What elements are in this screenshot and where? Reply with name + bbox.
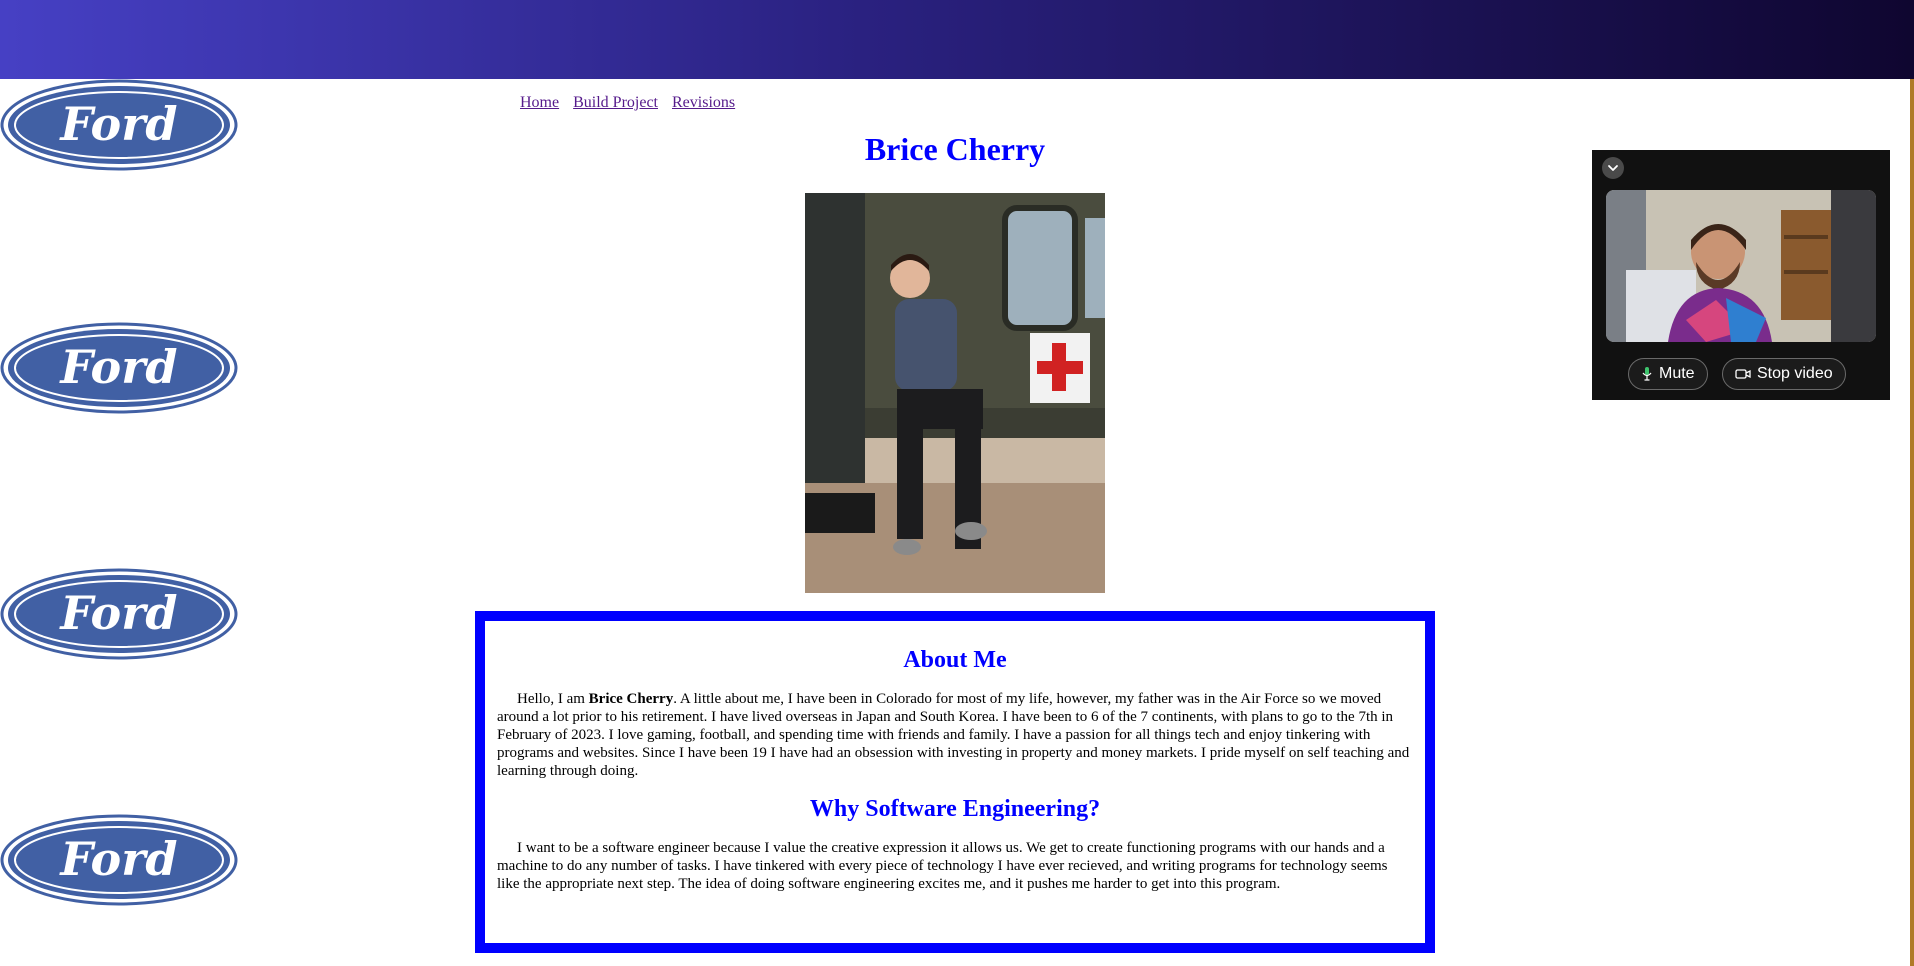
- chevron-down-icon: [1608, 165, 1618, 171]
- header-banner: [0, 0, 1914, 79]
- nav-link-revisions[interactable]: Revisions: [672, 94, 735, 111]
- microphone-icon: [1642, 367, 1652, 381]
- stop-video-button[interactable]: Stop video: [1722, 358, 1846, 390]
- page-edge: [1910, 79, 1914, 966]
- ford-logo-text: Ford: [58, 832, 177, 886]
- collapse-button[interactable]: [1602, 157, 1624, 179]
- nav-link-home[interactable]: Home: [520, 94, 559, 111]
- mute-button[interactable]: Mute: [1628, 358, 1708, 390]
- why-heading: Why Software Engineering?: [809, 796, 1101, 822]
- ford-logo-text: Ford: [58, 586, 177, 640]
- why-paragraph: I want to be a software engineer because…: [497, 840, 1388, 892]
- about-intro: Hello, I am: [517, 691, 589, 707]
- mute-label: Mute: [1659, 365, 1695, 382]
- video-call-panel: Mute Stop video: [1592, 150, 1890, 400]
- ford-logo-text: Ford: [58, 340, 177, 394]
- ford-logo-3: Ford: [0, 568, 238, 660]
- video-camera-icon: [1735, 369, 1751, 379]
- main-nav: Home Build Project Revisions: [520, 94, 745, 112]
- ford-logo-2: Ford: [0, 322, 238, 414]
- nav-link-build-project[interactable]: Build Project: [573, 94, 658, 111]
- video-feed: [1606, 190, 1876, 342]
- stop-video-label: Stop video: [1757, 365, 1833, 382]
- about-paragraph: Hello, I am Brice Cherry. A little about…: [497, 690, 1413, 780]
- about-name: Brice Cherry: [588, 691, 674, 707]
- ford-logo-4: Ford: [0, 814, 238, 906]
- about-heading: About Me: [903, 647, 1007, 673]
- about-section: About Me Hello, I am Brice Cherry. A lit…: [475, 611, 1435, 953]
- profile-photo: [805, 193, 1105, 593]
